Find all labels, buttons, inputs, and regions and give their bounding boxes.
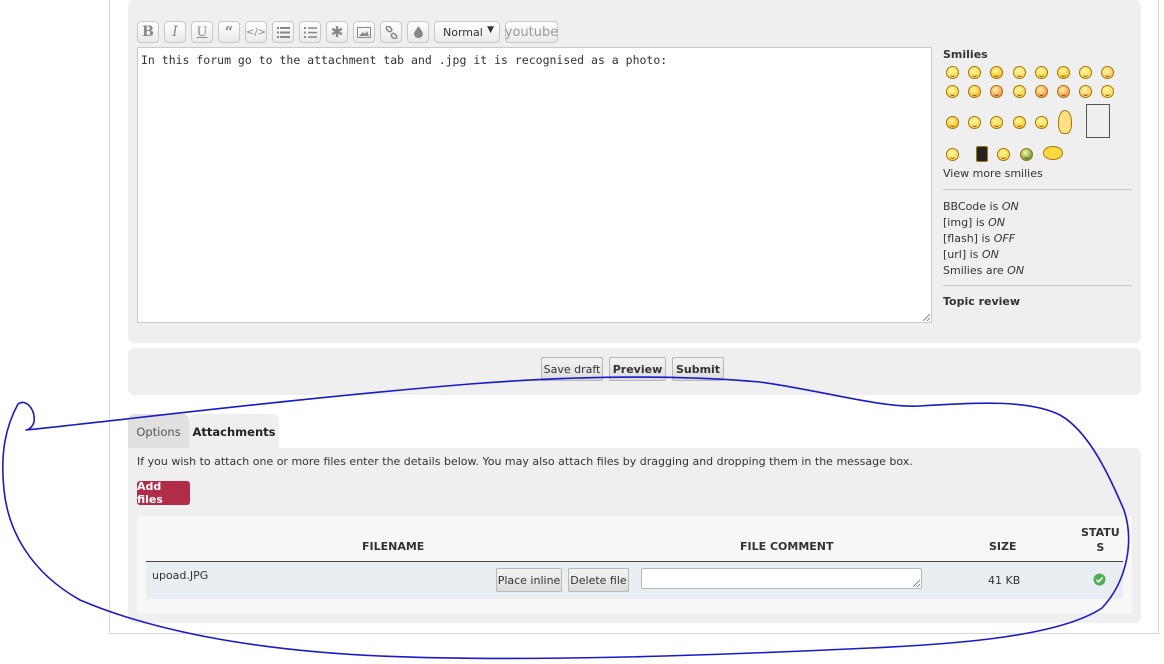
attachment-instructions: If you wish to attach one or more files … xyxy=(137,455,913,468)
numbered-list-button[interactable] xyxy=(299,21,321,43)
list-item-button[interactable]: ✱ xyxy=(326,21,348,43)
smiley-icon[interactable] xyxy=(946,116,959,129)
underline-icon: U xyxy=(196,24,208,40)
smiley-icon[interactable] xyxy=(1079,66,1092,79)
smiley-icon[interactable] xyxy=(1057,66,1070,79)
message-textarea[interactable]: In this forum go to the attachment tab a… xyxy=(137,47,932,323)
tab-attachments[interactable]: Attachments xyxy=(189,414,279,449)
font-size-select[interactable]: Normal ▼ xyxy=(434,21,500,43)
submit-button[interactable]: Submit xyxy=(672,357,724,381)
smiley-icon[interactable] xyxy=(1020,148,1033,161)
list-icon xyxy=(276,26,290,38)
smiley-icon[interactable] xyxy=(1086,104,1110,138)
divider xyxy=(943,189,1132,190)
view-more-smilies-link[interactable]: View more smilies xyxy=(943,167,1043,180)
file-comment-input[interactable] xyxy=(641,568,922,589)
resize-grip-icon[interactable] xyxy=(922,313,930,321)
file-comment-header: FILE COMMENT xyxy=(740,540,834,553)
content-left-border xyxy=(109,0,110,634)
delete-file-button[interactable]: Delete file xyxy=(568,568,629,592)
file-size: 41 KB xyxy=(988,574,1021,587)
smiley-icon[interactable] xyxy=(1101,66,1114,79)
table-row xyxy=(146,562,1123,599)
image-button[interactable] xyxy=(353,21,375,43)
smiley-icon[interactable] xyxy=(1101,85,1114,98)
italic-icon: I xyxy=(172,24,178,40)
preview-button[interactable]: Preview xyxy=(609,357,666,381)
smiley-icon[interactable] xyxy=(968,66,981,79)
smiley-icon[interactable] xyxy=(990,66,1003,79)
smiley-icon[interactable] xyxy=(1043,146,1063,160)
smiley-icon[interactable] xyxy=(1057,85,1070,98)
smiley-icon[interactable] xyxy=(1035,116,1048,129)
status-header: STATU S xyxy=(1081,526,1120,554)
smiley-icon[interactable] xyxy=(1058,110,1072,134)
quote-icon: “ xyxy=(224,23,234,41)
youtube-label: youtube xyxy=(504,24,559,40)
smiley-icon[interactable] xyxy=(1013,85,1026,98)
font-color-button[interactable] xyxy=(407,21,429,43)
link-icon xyxy=(384,25,398,39)
numbered-list-icon xyxy=(303,26,317,38)
chevron-down-icon: ▼ xyxy=(487,25,494,35)
filename-header: FILENAME xyxy=(362,540,425,553)
url-button[interactable] xyxy=(380,21,402,43)
bold-button[interactable]: B xyxy=(137,21,159,43)
smiley-icon[interactable] xyxy=(946,66,959,79)
message-text: In this forum go to the attachment tab a… xyxy=(141,53,668,67)
flash-status: [flash] is OFF xyxy=(943,232,1016,245)
underline-button[interactable]: U xyxy=(191,21,213,43)
place-inline-button[interactable]: Place inline xyxy=(496,568,562,592)
asterisk-icon: ✱ xyxy=(330,23,344,41)
resize-grip-icon[interactable] xyxy=(912,579,920,587)
droplet-icon xyxy=(413,26,423,38)
content-right-border xyxy=(1158,0,1159,634)
bold-icon: B xyxy=(142,24,154,40)
smiley-icon[interactable] xyxy=(1013,116,1026,129)
image-icon xyxy=(357,26,371,38)
smiley-icon[interactable] xyxy=(946,85,959,98)
youtube-button[interactable]: youtube xyxy=(505,21,558,43)
smiley-icon[interactable] xyxy=(968,85,981,98)
smiley-icon[interactable] xyxy=(990,116,1003,129)
smiley-icon[interactable] xyxy=(1013,66,1026,79)
smiley-icon[interactable] xyxy=(990,85,1003,98)
bbcode-status: BBCode is ON xyxy=(943,200,1019,213)
smiley-icon[interactable] xyxy=(1035,66,1048,79)
code-icon: </> xyxy=(245,26,267,38)
smilies-status: Smilies are ON xyxy=(943,264,1025,277)
quote-button[interactable]: “ xyxy=(218,21,240,43)
add-files-button[interactable]: Add files xyxy=(137,480,190,506)
code-button[interactable]: </> xyxy=(245,21,267,43)
italic-button[interactable]: I xyxy=(164,21,186,43)
smilies-heading: Smilies xyxy=(943,48,988,61)
smiley-icon[interactable] xyxy=(946,148,959,161)
img-status: [img] is ON xyxy=(943,216,1006,229)
smiley-icon[interactable] xyxy=(968,116,981,129)
checkmark-icon xyxy=(1093,573,1106,586)
save-draft-button[interactable]: Save draft xyxy=(541,357,603,381)
font-size-value: Normal xyxy=(443,25,483,39)
smiley-icon[interactable] xyxy=(976,146,988,162)
list-button[interactable] xyxy=(272,21,294,43)
file-name[interactable]: upoad.JPG xyxy=(152,569,208,582)
topic-review-heading[interactable]: Topic review xyxy=(943,295,1020,308)
tab-options[interactable]: Options xyxy=(128,414,189,449)
smiley-icon[interactable] xyxy=(997,148,1010,161)
smiley-icon[interactable] xyxy=(1079,85,1092,98)
content-bottom-border xyxy=(109,633,1159,634)
size-header: SIZE xyxy=(989,540,1017,553)
smiley-icon[interactable] xyxy=(1035,85,1048,98)
divider xyxy=(943,285,1132,286)
url-status: [url] is ON xyxy=(943,248,999,261)
